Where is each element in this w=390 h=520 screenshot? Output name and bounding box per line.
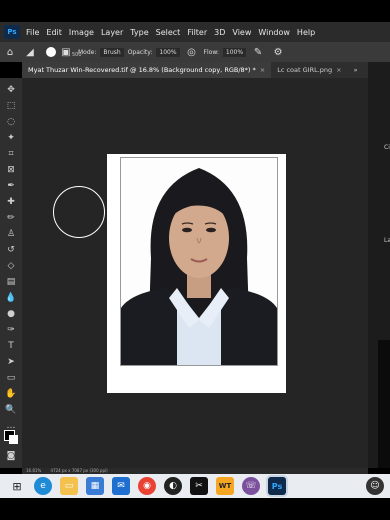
- menu-filter[interactable]: Filter: [187, 28, 207, 37]
- eraser-icon[interactable]: ◇: [4, 260, 18, 272]
- pen-tool-icon[interactable]: ✑: [4, 324, 18, 336]
- mode-select[interactable]: Brush: [100, 47, 124, 57]
- tab-overflow[interactable]: »: [348, 62, 364, 78]
- gradient-icon[interactable]: ▤: [4, 276, 18, 288]
- mail-icon[interactable]: ✉: [112, 477, 130, 495]
- eyedropper-icon[interactable]: ✒: [4, 180, 18, 192]
- menu-bar: Ps File Edit Image Layer Type Select Fil…: [0, 22, 390, 42]
- marquee-tool-icon[interactable]: ⬚: [4, 100, 18, 112]
- opacity-label: Opacity:: [127, 48, 153, 56]
- menu-layer[interactable]: Layer: [101, 28, 123, 37]
- brush-preset-picker[interactable]: [46, 47, 56, 57]
- dodge-tool-icon[interactable]: ●: [4, 308, 18, 320]
- photoshop-icon[interactable]: Ps: [268, 477, 286, 495]
- pressure-opacity-icon[interactable]: ◎: [185, 45, 199, 59]
- task-view-icon[interactable]: ⊞: [8, 477, 26, 495]
- hand-tool-icon[interactable]: ✋: [4, 388, 18, 400]
- lasso-tool-icon[interactable]: ◌: [4, 116, 18, 128]
- options-bar: ⌂ ◢ ▣ Mode: Brush Opacity: 100% ◎ Flow: …: [0, 42, 390, 62]
- edge-icon[interactable]: e: [34, 477, 52, 495]
- menu-view[interactable]: View: [232, 28, 251, 37]
- document-tabs: Myat Thuzar Win-Recovered.tif @ 16.8% (B…: [22, 62, 390, 78]
- menu-window[interactable]: Window: [258, 28, 290, 37]
- wt-icon[interactable]: WT: [216, 477, 234, 495]
- menu-file[interactable]: File: [26, 28, 39, 37]
- home-icon[interactable]: ⌂: [3, 45, 17, 59]
- brush-tool-icon[interactable]: ✏: [4, 212, 18, 224]
- frame-tool-icon[interactable]: ⊠: [4, 164, 18, 176]
- media-icon[interactable]: ◐: [164, 477, 182, 495]
- brush-cursor: [53, 186, 105, 238]
- windows-taskbar: ⊞ e ▭ ▦ ✉ ◉ ◐ ✂ WT ☏ Ps ☺: [0, 474, 390, 498]
- capcut-icon[interactable]: ✂: [190, 477, 208, 495]
- flow-field[interactable]: 100%: [222, 47, 247, 57]
- menu-edit[interactable]: Edit: [46, 28, 62, 37]
- close-icon[interactable]: ×: [336, 66, 341, 74]
- photoshop-logo-icon: Ps: [4, 25, 20, 39]
- store-icon[interactable]: ▦: [86, 477, 104, 495]
- zoom-readout: 16.81%: [26, 468, 42, 473]
- brush-size-readout: 500: [72, 52, 82, 58]
- airbrush-icon[interactable]: ✎: [251, 45, 265, 59]
- opacity-field[interactable]: 100%: [156, 47, 180, 57]
- crop-tool-icon[interactable]: ⌗: [4, 148, 18, 160]
- tab-second-document[interactable]: Lc coat GIRL.png ×: [271, 62, 347, 78]
- background-color-swatch[interactable]: [9, 435, 18, 444]
- photoshop-screen: Ps File Edit Image Layer Type Select Fil…: [0, 0, 390, 520]
- blur-tool-icon[interactable]: 💧: [4, 292, 18, 304]
- type-tool-icon[interactable]: T: [4, 340, 18, 352]
- tools-panel: ✥ ⬚ ◌ ✦ ⌗ ⊠ ✒ ✚ ✏ ♙ ↺ ◇ ▤ 💧 ● ✑ T ➤ ▭ ✋ …: [0, 78, 22, 468]
- tab-active-document[interactable]: Myat Thuzar Win-Recovered.tif @ 16.8% (B…: [22, 62, 272, 78]
- tab-title: Lc coat GIRL.png: [277, 66, 333, 74]
- zoom-tool-icon[interactable]: 🔍: [4, 404, 18, 416]
- path-selection-icon[interactable]: ➤: [4, 356, 18, 368]
- menu-select[interactable]: Select: [156, 28, 181, 37]
- bottom-black-bar: [0, 498, 390, 520]
- passport-photo: [120, 157, 278, 366]
- panel-fragment-ci: Ci: [384, 144, 390, 151]
- quick-mask-icon[interactable]: ◙: [4, 450, 18, 462]
- magic-wand-icon[interactable]: ✦: [4, 132, 18, 144]
- eraser-tool-icon[interactable]: ◢: [23, 45, 37, 59]
- close-icon[interactable]: ×: [260, 66, 265, 74]
- clone-stamp-icon[interactable]: ♙: [4, 228, 18, 240]
- chrome-icon[interactable]: ◉: [138, 477, 156, 495]
- top-black-bar: [0, 0, 390, 22]
- user-avatar-icon[interactable]: ☺: [366, 477, 384, 495]
- layers-panel-edge: [378, 340, 390, 468]
- menu-type[interactable]: Type: [130, 28, 148, 37]
- file-explorer-icon[interactable]: ▭: [60, 477, 78, 495]
- brush-settings-icon[interactable]: ▣: [59, 45, 73, 59]
- viber-icon[interactable]: ☏: [242, 477, 260, 495]
- symmetry-icon[interactable]: ⚙: [271, 45, 285, 59]
- menu-3d[interactable]: 3D: [214, 28, 225, 37]
- flow-label: Flow:: [203, 48, 219, 56]
- history-brush-icon[interactable]: ↺: [4, 244, 18, 256]
- tab-title: Myat Thuzar Win-Recovered.tif @ 16.8% (B…: [28, 66, 256, 74]
- move-tool-icon[interactable]: ✥: [4, 84, 18, 96]
- menu-image[interactable]: Image: [69, 28, 94, 37]
- healing-brush-icon[interactable]: ✚: [4, 196, 18, 208]
- panel-fragment-la: La: [384, 237, 390, 244]
- rectangle-tool-icon[interactable]: ▭: [4, 372, 18, 384]
- menu-help[interactable]: Help: [297, 28, 315, 37]
- doc-dimensions: 4724 px x 7087 px (300 ppi): [50, 468, 108, 473]
- portrait-image: [121, 168, 277, 365]
